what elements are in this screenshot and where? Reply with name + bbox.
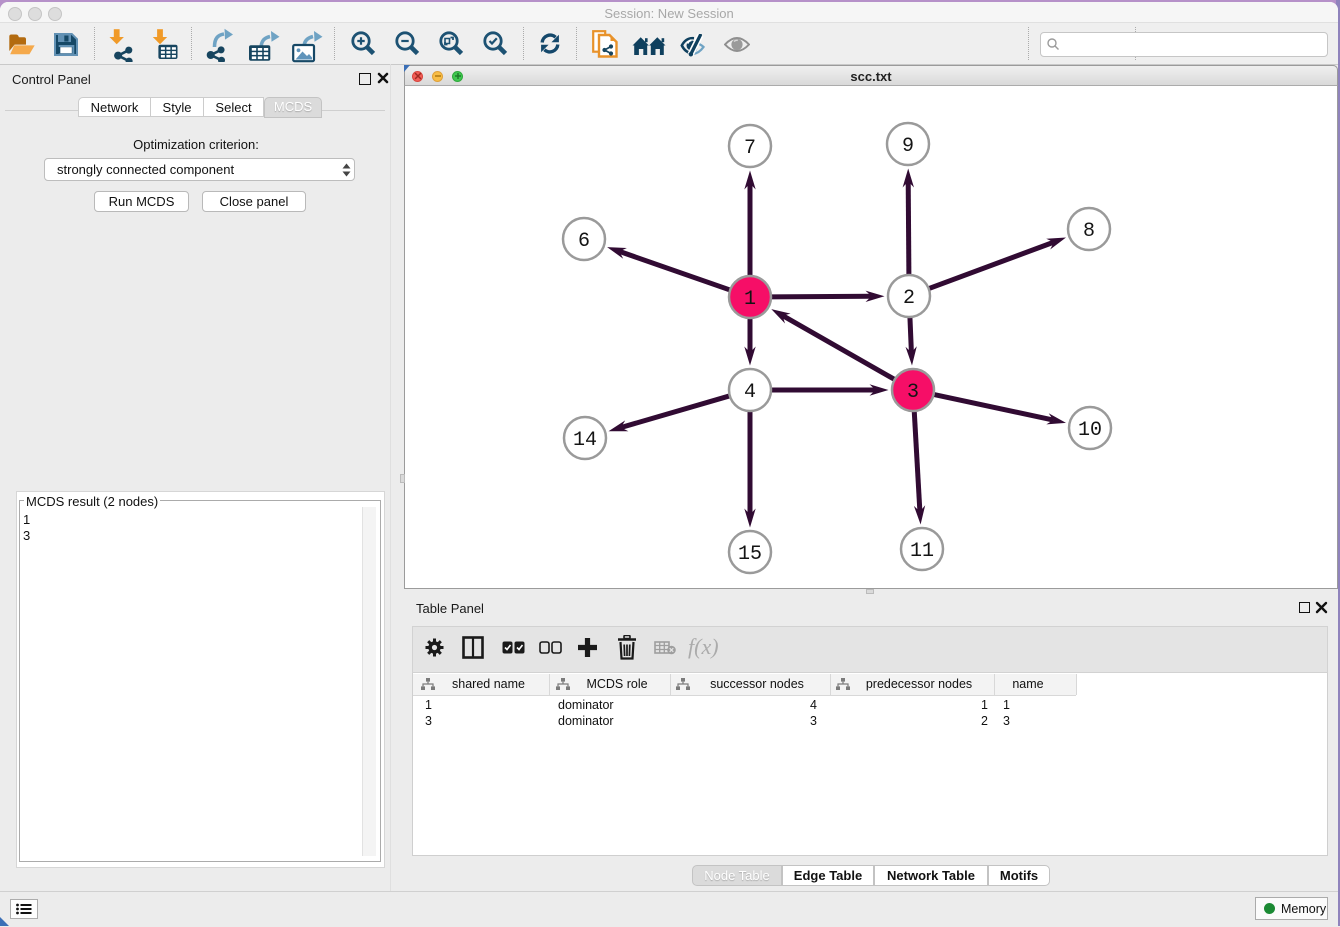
svg-text:8: 8: [1083, 220, 1095, 243]
svg-text:15: 15: [738, 543, 762, 566]
svg-text:2: 2: [903, 287, 915, 310]
svg-text:11: 11: [910, 540, 934, 563]
svg-text:9: 9: [902, 135, 914, 158]
svg-text:6: 6: [578, 230, 590, 253]
svg-text:10: 10: [1078, 419, 1102, 442]
svg-text:3: 3: [907, 381, 919, 404]
svg-text:14: 14: [573, 429, 597, 452]
svg-text:1: 1: [744, 288, 756, 311]
svg-text:4: 4: [744, 381, 756, 404]
svg-text:7: 7: [744, 137, 756, 160]
